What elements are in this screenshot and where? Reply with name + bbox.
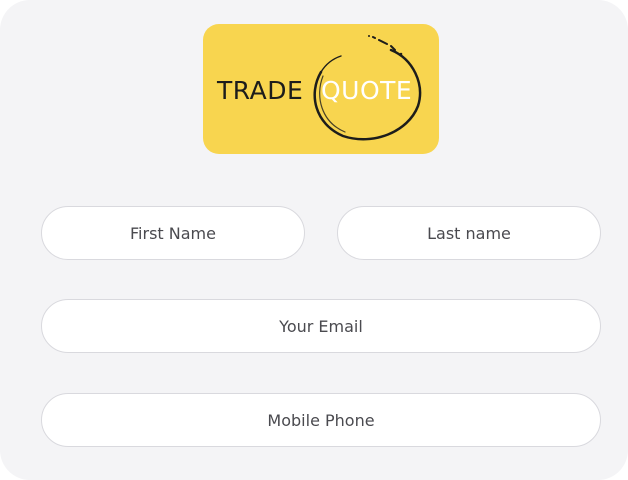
email-placeholder: Your Email xyxy=(279,316,363,336)
logo-text-trade: TRADE xyxy=(217,76,304,105)
mobile-phone-placeholder: Mobile Phone xyxy=(267,410,375,430)
signup-card: TRADE QUOTE First Name Last name Your Em… xyxy=(0,0,628,480)
last-name-placeholder: Last name xyxy=(427,223,511,243)
first-name-placeholder: First Name xyxy=(130,223,216,243)
email-field[interactable]: Your Email xyxy=(41,299,601,353)
last-name-field[interactable]: Last name xyxy=(337,206,601,260)
tradequote-logo: TRADE QUOTE xyxy=(203,24,439,154)
logo-text-quote: QUOTE xyxy=(321,76,413,105)
mobile-phone-field[interactable]: Mobile Phone xyxy=(41,393,601,447)
first-name-field[interactable]: First Name xyxy=(41,206,305,260)
